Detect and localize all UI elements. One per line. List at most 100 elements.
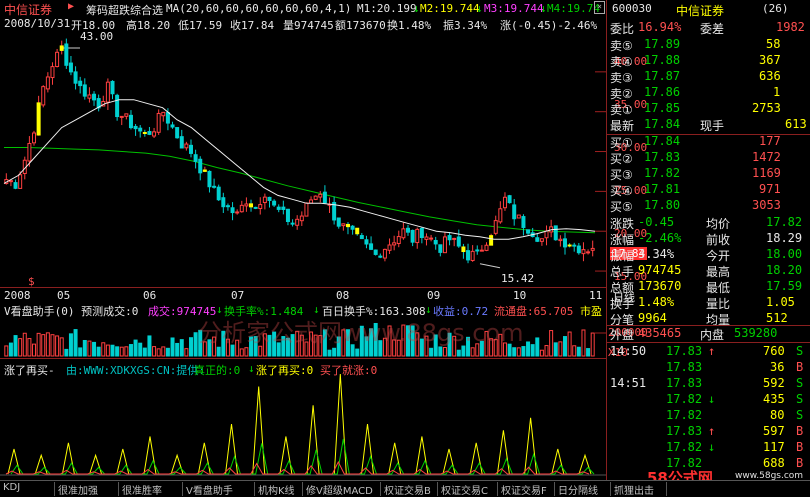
tick-price: 17.82 xyxy=(666,392,703,406)
volume-bar xyxy=(45,332,50,357)
date-label: 11 xyxy=(589,289,603,302)
candle-body xyxy=(276,206,281,210)
tick-row: 17.82 688 B xyxy=(610,456,808,471)
candle-body xyxy=(32,132,37,144)
volume-bar xyxy=(32,343,37,357)
volume-bar xyxy=(170,337,175,357)
stat-label: 最低 xyxy=(706,281,731,295)
outer-inner-row: 外盘 435465 内盘 539280 xyxy=(610,326,808,342)
indicator-tab[interactable]: 机构K线 xyxy=(255,482,303,496)
tick-side: S xyxy=(796,376,804,390)
volume-bar xyxy=(147,335,152,357)
indicator-line-yellow xyxy=(7,373,592,475)
weibi-value: 16.94% xyxy=(638,20,682,34)
candle-body xyxy=(133,125,138,130)
low-marker-line xyxy=(479,263,501,269)
pe-tag: 市盈 xyxy=(580,305,602,318)
stat-value: 512 xyxy=(766,311,788,325)
tick-volume: 597 xyxy=(763,424,785,438)
indicator-tab[interactable]: 日分隔线 xyxy=(555,482,611,496)
volume-bar xyxy=(179,339,184,357)
tick-side: B xyxy=(796,440,804,454)
bid-price: 17.82 xyxy=(644,166,681,180)
volume-bar xyxy=(36,332,41,357)
stat-row: 总额 173670 最低 17.59 xyxy=(610,279,808,295)
volume-bar xyxy=(558,341,563,357)
candle-body xyxy=(216,186,221,201)
volume-bar xyxy=(110,344,115,357)
tick-price: 17.83 xyxy=(666,376,703,390)
ind-item: 由:WWW:XDKXGS:CN:提供: xyxy=(66,364,205,377)
candle-body xyxy=(225,205,230,208)
date-label: 10 xyxy=(513,289,527,302)
candle-body xyxy=(318,193,323,198)
candle-body xyxy=(184,143,189,149)
candle-body xyxy=(452,237,457,240)
volume-bar xyxy=(4,345,9,357)
volume-bar xyxy=(128,344,133,357)
candle-body xyxy=(401,228,406,239)
volume-bar xyxy=(355,348,360,357)
tick-side: S xyxy=(796,344,804,358)
volume-bar xyxy=(530,344,535,357)
stat-label: 涨跌 xyxy=(610,217,635,231)
indicator-tab[interactable]: 修V超级MACD xyxy=(303,482,381,496)
indicator-tab[interactable]: KDJ xyxy=(0,482,55,496)
indicator-tab[interactable]: 权证交易C xyxy=(438,482,498,496)
indicator-tab[interactable]: 权证交易F xyxy=(498,482,555,496)
weicha-label: 委差 xyxy=(700,22,725,36)
bid-price: 17.84 xyxy=(644,134,681,148)
candle-body xyxy=(438,244,443,253)
tick-time: 14:50 xyxy=(610,344,647,358)
indicator-tab[interactable]: 很准胜率 xyxy=(119,482,183,496)
latest-value: 17.84 xyxy=(644,117,681,131)
candle-body xyxy=(373,249,378,255)
candle-body xyxy=(456,236,461,247)
candle-body xyxy=(165,112,170,124)
tick-arrow: ↑ xyxy=(708,424,716,438)
volume-bar xyxy=(13,335,18,357)
indicator-tab[interactable]: 权证交易B xyxy=(381,482,438,496)
candle-body xyxy=(576,245,581,254)
date-label: 07 xyxy=(231,289,245,302)
candle-body xyxy=(567,244,572,247)
candle-body xyxy=(295,218,300,226)
stat-label: 今开 xyxy=(706,249,731,263)
volume-bar xyxy=(124,346,129,357)
indicator-tab[interactable]: V看盘助手 xyxy=(183,482,255,496)
bid-volume: 1169 xyxy=(752,166,781,180)
stat-row: 总手 974745 最高 18.20 xyxy=(610,263,808,279)
volume-bar xyxy=(590,332,595,357)
candle-body xyxy=(345,223,350,228)
indicator-tab[interactable]: 抓狸出击 xyxy=(611,482,667,496)
candle-body xyxy=(586,251,591,254)
tick-row: 17.82 ↓ 117 B xyxy=(610,440,808,455)
stat-value: 974745 xyxy=(638,263,682,277)
candle-body xyxy=(382,248,387,259)
volume-bar xyxy=(87,340,92,357)
indicator-tab[interactable]: 很准加强 xyxy=(55,482,119,496)
quote-header: 600030 中信证券 (26) xyxy=(610,2,808,18)
candle-body xyxy=(507,195,512,204)
ind-item: ↓ xyxy=(248,362,255,375)
candle-body xyxy=(502,196,507,209)
candle-body xyxy=(419,227,424,239)
candle-body xyxy=(142,132,147,135)
stat-label: 量比 xyxy=(706,297,731,311)
volume-bar xyxy=(239,348,244,357)
stat-label: 总额 xyxy=(610,281,635,295)
bid-row: 买② 17.83 1472 xyxy=(610,150,808,166)
candle-body xyxy=(387,244,392,251)
latest-row: 最新 17.84 现手 613 xyxy=(610,117,808,133)
tick-row: 17.82 ↓ 435 S xyxy=(610,392,808,407)
stat-row: 涨幅 -2.46% 前收 18.29 xyxy=(610,231,808,247)
panel-divider xyxy=(606,0,607,480)
candle-body xyxy=(262,196,267,204)
kline-chart[interactable] xyxy=(0,0,606,480)
candle-body xyxy=(36,102,41,136)
date-label: 05 xyxy=(57,289,71,302)
bid-label: 买⑤ xyxy=(610,200,633,214)
candle-body xyxy=(461,246,466,253)
candle-body xyxy=(378,255,383,258)
candle-body xyxy=(466,250,471,261)
